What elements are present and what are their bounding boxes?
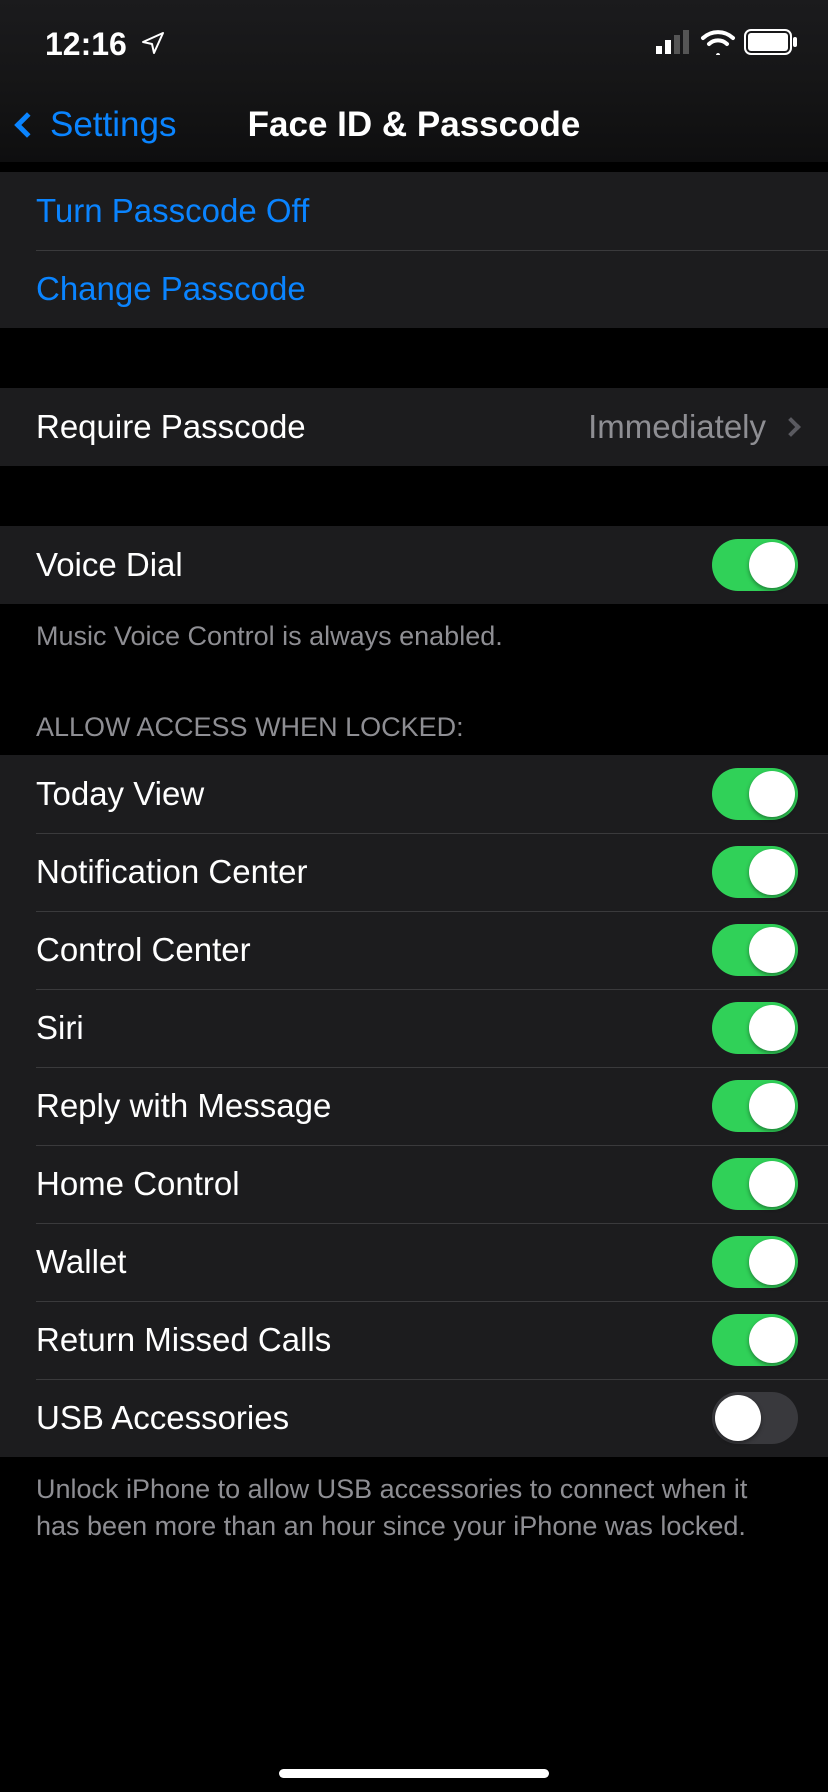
allow-row-usb-accessories: USB Accessories	[0, 1379, 828, 1457]
status-bar: 12:16	[0, 0, 828, 88]
allow-label: Control Center	[36, 931, 251, 969]
voice-dial-footer: Music Voice Control is always enabled.	[0, 604, 828, 678]
allow-row-home-control: Home Control	[0, 1145, 828, 1223]
allow-row-today-view: Today View	[0, 755, 828, 833]
allow-label: Today View	[36, 775, 204, 813]
allow-toggle-today-view[interactable]	[712, 768, 798, 820]
location-icon	[141, 26, 165, 63]
cellular-icon	[656, 30, 692, 59]
allow-row-control-center: Control Center	[0, 911, 828, 989]
change-passcode-button[interactable]: Change Passcode	[0, 250, 828, 328]
allow-row-siri: Siri	[0, 989, 828, 1067]
allow-row-return-missed-calls: Return Missed Calls	[0, 1301, 828, 1379]
require-passcode-group: Require Passcode Immediately	[0, 388, 828, 466]
allow-label: Wallet	[36, 1243, 126, 1281]
usb-footer: Unlock iPhone to allow USB accessories t…	[0, 1457, 828, 1568]
allow-toggle-wallet[interactable]	[712, 1236, 798, 1288]
allow-label: Home Control	[36, 1165, 240, 1203]
allow-toggle-home-control[interactable]	[712, 1158, 798, 1210]
allow-label: Siri	[36, 1009, 84, 1047]
require-passcode-row[interactable]: Require Passcode Immediately	[0, 388, 828, 466]
back-button[interactable]: Settings	[0, 105, 176, 145]
require-passcode-value: Immediately	[588, 408, 766, 446]
allow-label: Reply with Message	[36, 1087, 331, 1125]
wifi-icon	[700, 29, 736, 60]
allow-toggle-usb-accessories[interactable]	[712, 1392, 798, 1444]
allow-label: USB Accessories	[36, 1399, 289, 1437]
home-indicator[interactable]	[279, 1769, 549, 1778]
back-label: Settings	[50, 105, 176, 145]
allow-toggle-control-center[interactable]	[712, 924, 798, 976]
chevron-left-icon	[14, 112, 39, 137]
battery-icon	[744, 29, 800, 60]
allow-row-notification-center: Notification Center	[0, 833, 828, 911]
turn-passcode-off-button[interactable]: Turn Passcode Off	[0, 172, 828, 250]
voice-dial-label: Voice Dial	[36, 546, 183, 584]
change-passcode-label: Change Passcode	[36, 270, 306, 308]
allow-access-group: Today View Notification Center Control Cen…	[0, 755, 828, 1457]
allow-toggle-notification-center[interactable]	[712, 846, 798, 898]
allow-row-wallet: Wallet	[0, 1223, 828, 1301]
allow-toggle-reply-with-message[interactable]	[712, 1080, 798, 1132]
voice-dial-group: Voice Dial	[0, 526, 828, 604]
allow-label: Notification Center	[36, 853, 307, 891]
allow-toggle-return-missed-calls[interactable]	[712, 1314, 798, 1366]
chevron-right-icon	[781, 417, 801, 437]
allow-toggle-siri[interactable]	[712, 1002, 798, 1054]
voice-dial-row: Voice Dial	[0, 526, 828, 604]
allow-row-reply-with-message: Reply with Message	[0, 1067, 828, 1145]
passcode-actions-group: Turn Passcode Off Change Passcode	[0, 172, 828, 328]
allow-access-header: Allow Access When Locked:	[0, 678, 828, 755]
turn-passcode-off-label: Turn Passcode Off	[36, 192, 309, 230]
nav-bar: Settings Face ID & Passcode	[0, 88, 828, 162]
status-time: 12:16	[45, 26, 127, 63]
voice-dial-toggle[interactable]	[712, 539, 798, 591]
allow-label: Return Missed Calls	[36, 1321, 331, 1359]
require-passcode-label: Require Passcode	[36, 408, 306, 446]
